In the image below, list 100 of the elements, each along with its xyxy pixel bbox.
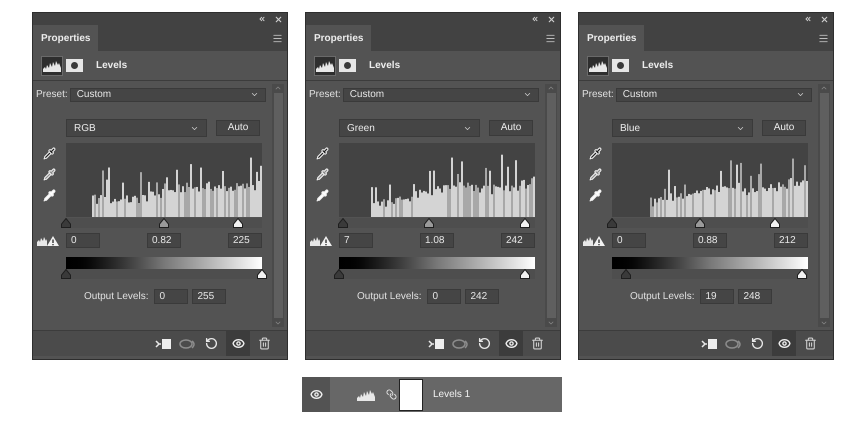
reset-icon[interactable]: [751, 337, 764, 350]
preset-label: Preset:: [309, 88, 341, 102]
output-levels-label: Output Levels:: [630, 290, 694, 304]
menu-icon[interactable]: [545, 32, 556, 44]
scroll-down-icon[interactable]: [274, 319, 282, 327]
number-field[interactable]: 255: [192, 289, 226, 304]
slider-thumb[interactable]: [61, 218, 71, 228]
layer-name: Levels 1: [433, 388, 470, 402]
layer-row[interactable]: Levels 1: [302, 377, 562, 412]
scroll-up-icon[interactable]: [274, 84, 282, 92]
clip-to-layer-icon[interactable]: [155, 338, 171, 350]
scroll-up-icon[interactable]: [547, 84, 555, 92]
scrollbar[interactable]: [272, 84, 284, 327]
scroll-down-icon[interactable]: [820, 319, 828, 327]
adjustment-title: Levels: [369, 59, 400, 73]
layer-mask-thumbnail[interactable]: [399, 378, 423, 410]
number-field[interactable]: 0.82: [147, 233, 181, 248]
eyedropper-icon[interactable]: [316, 147, 329, 160]
number-field[interactable]: 0: [66, 233, 100, 248]
output-levels-label: Output Levels:: [84, 290, 148, 304]
eyedropper-icon[interactable]: [589, 189, 602, 202]
view-previous-icon[interactable]: [179, 338, 197, 350]
slider-thumb[interactable]: [334, 269, 344, 279]
menu-icon[interactable]: [818, 32, 829, 44]
preset-label: Preset:: [36, 88, 68, 102]
adjustment-title: Levels: [642, 59, 674, 73]
adjustment-icon-button[interactable]: [314, 56, 336, 76]
eyedropper-icon[interactable]: [589, 168, 602, 181]
collapse-icon[interactable]: [804, 15, 812, 23]
adjustment-icon-button[interactable]: [587, 56, 609, 76]
channel-dropdown[interactable]: RGB: [66, 119, 207, 137]
eyedropper-icon[interactable]: [43, 147, 56, 160]
close-icon[interactable]: [547, 14, 556, 24]
properties-tab[interactable]: Properties: [33, 25, 98, 51]
scrollbar[interactable]: [818, 84, 830, 327]
auto-button[interactable]: Auto: [216, 120, 260, 136]
clip-to-layer-icon[interactable]: [428, 338, 444, 350]
preset-dropdown[interactable]: Custom: [616, 88, 812, 102]
slider-thumb[interactable]: [61, 269, 71, 279]
auto-button[interactable]: Auto: [762, 120, 806, 136]
clip-to-layer-icon[interactable]: [701, 338, 717, 350]
eyedropper-icon[interactable]: [589, 147, 602, 160]
preset-label: Preset:: [582, 88, 614, 102]
number-field[interactable]: 1.08: [420, 233, 454, 248]
adjustment-icon-button[interactable]: [41, 56, 63, 76]
number-field[interactable]: 19: [700, 289, 734, 304]
output-levels-label: Output Levels:: [357, 290, 422, 304]
properties-tab[interactable]: Properties: [306, 25, 372, 51]
number-field[interactable]: 7: [339, 233, 373, 248]
collapse-icon[interactable]: [531, 15, 539, 23]
close-icon[interactable]: [274, 14, 283, 24]
scroll-down-icon[interactable]: [547, 319, 555, 327]
mask-icon-button[interactable]: [66, 59, 83, 72]
reset-icon[interactable]: [478, 337, 491, 350]
eye-icon: [232, 337, 244, 350]
number-field[interactable]: 242: [501, 233, 535, 248]
view-previous-icon[interactable]: [725, 338, 743, 350]
visibility-toggle[interactable]: [499, 331, 523, 356]
number-field[interactable]: 242: [465, 289, 500, 304]
preset-dropdown[interactable]: Custom: [342, 88, 539, 102]
eye-icon: [504, 337, 518, 350]
chevron-down-icon: [523, 90, 532, 99]
number-field[interactable]: 0.88: [693, 233, 727, 248]
mask-icon-button[interactable]: [612, 59, 629, 72]
number-field[interactable]: 0: [154, 289, 188, 304]
menu-icon[interactable]: [272, 32, 283, 44]
scrollbar[interactable]: [545, 84, 557, 327]
slider-thumb[interactable]: [257, 269, 267, 279]
scroll-up-icon[interactable]: [820, 84, 828, 92]
eye-icon: [778, 337, 790, 350]
channel-dropdown[interactable]: Green: [339, 119, 480, 137]
eyedropper-icon[interactable]: [43, 168, 56, 181]
eyedropper-icon[interactable]: [43, 189, 56, 202]
number-field[interactable]: 0: [612, 233, 646, 248]
eyedropper-icon[interactable]: [316, 189, 329, 202]
reset-icon[interactable]: [205, 337, 218, 350]
properties-tab[interactable]: Properties: [579, 25, 644, 51]
visibility-toggle[interactable]: [226, 331, 250, 356]
layer-visibility-toggle[interactable]: [302, 377, 330, 412]
number-field[interactable]: 212: [774, 233, 808, 248]
trash-icon[interactable]: [531, 337, 544, 350]
channel-dropdown[interactable]: Blue: [612, 119, 753, 137]
trash-icon[interactable]: [804, 337, 817, 350]
auto-button[interactable]: Auto: [489, 120, 533, 136]
trash-icon[interactable]: [258, 337, 271, 350]
eyedropper-icon[interactable]: [316, 168, 329, 181]
preset-dropdown[interactable]: Custom: [70, 88, 266, 102]
number-field[interactable]: 225: [228, 233, 262, 248]
number-field[interactable]: 0: [427, 289, 462, 304]
close-icon[interactable]: [820, 14, 829, 24]
visibility-toggle[interactable]: [772, 331, 796, 356]
levels-icon: [589, 60, 607, 72]
levels-icon: [357, 388, 375, 400]
mask-icon-button[interactable]: [339, 59, 356, 72]
levels-icon: [43, 60, 61, 72]
slider-thumb[interactable]: [607, 218, 617, 228]
collapse-icon[interactable]: [258, 15, 266, 23]
link-icon[interactable]: [386, 389, 397, 400]
view-previous-icon[interactable]: [452, 338, 470, 350]
number-field[interactable]: 248: [738, 289, 772, 304]
